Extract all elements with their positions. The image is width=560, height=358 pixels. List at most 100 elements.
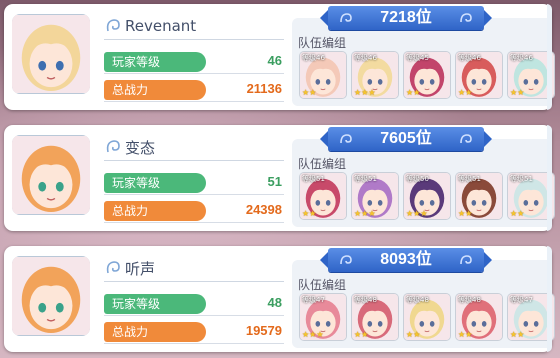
member-level-prefix: 等级 [510,175,524,183]
player-name-row: Revenant [104,15,196,37]
team-member[interactable]: 等级47 ★★ [508,294,554,340]
player-name: Revenant [125,17,197,35]
player-avatar[interactable] [12,14,90,94]
team-member[interactable]: 等级47 ★★★ [300,294,346,340]
member-level-prefix: 等级 [458,296,472,304]
member-level-prefix: 等级 [302,54,316,62]
total-power-row: 总战力 19579 [104,322,284,344]
member-level-value: 47 [316,296,325,304]
rank-banner: 7605位 [320,127,492,151]
member-stars: ★★ [406,88,421,97]
member-level-prefix: 等级 [354,54,368,62]
team-member[interactable]: 等级45 ★★ [404,52,450,98]
total-power-label: 总战力 [104,201,206,221]
member-level-prefix: 等级 [302,175,316,183]
team-member[interactable]: 等级46 ★★ [508,52,554,98]
member-level: 等级46 [458,53,481,63]
player-name-row: 变态 [104,136,155,158]
player-level-value: 51 [267,174,282,189]
member-stars: ★★ [458,209,473,218]
total-power-value: 21136 [246,81,282,96]
total-power-label: 总战力 [104,80,206,100]
member-level-prefix: 等级 [406,175,420,183]
total-power-row: 总战力 21136 [104,80,284,102]
team-member[interactable]: 等级48 ★★ [404,294,450,340]
member-level: 等级46 [302,53,325,63]
member-level: 等级51 [302,174,325,184]
member-stars: ★★ [510,209,525,218]
member-level: 等级51 [354,174,377,184]
divider [104,101,284,102]
member-stars: ★★ [302,209,317,218]
member-level-prefix: 等级 [458,175,472,183]
member-level-value: 51 [316,175,325,183]
ornament-icon [460,255,472,265]
team-member[interactable]: 等级51 ★★ [300,173,346,219]
team-panel: 7218位 队伍编组 等级46 ★★ 等级46 ★★★ 等级45 ★★ 等级46 ★★ 等级46 ★★ [292,6,554,106]
member-level: 等级46 [510,53,533,63]
team-member[interactable]: 等级46 ★★ [300,52,346,98]
member-level-prefix: 等级 [302,296,316,304]
rank-value: 7605位 [380,130,432,147]
member-level-value: 48 [420,296,429,304]
team-title: 队伍编组 [298,157,347,171]
team-panel: 8093位 队伍编组 等级47 ★★★ 等级48 ★★ 等级48 ★★ 等级48 ★★ 等级47 ★★ [292,248,554,348]
player-name: 听声 [125,259,156,278]
total-power-row: 总战力 24398 [104,201,284,223]
team-member[interactable]: 等级48 ★★ [352,294,398,340]
member-stars: ★★ [510,330,525,339]
member-level: 等级48 [458,295,481,305]
divider [104,315,284,316]
player-name-row: 听声 [104,257,155,279]
player-avatar[interactable] [12,135,90,215]
name-ornament-icon [106,140,120,153]
team-member[interactable]: 等级46 ★★ [456,52,502,98]
ornament-icon [460,134,472,144]
team-title: 队伍编组 [298,36,347,50]
member-level-prefix: 等级 [406,296,420,304]
member-stars: ★★ [510,88,525,97]
total-power-value: 24398 [245,202,282,217]
team-member[interactable]: 等级46 ★★★ [352,52,398,98]
player-card[interactable]: 听声 玩家等级 48 总战力 19579 8093位 队伍编组 等级47 ★★★ 等级48 ★★ 等级… [4,246,554,352]
team-title: 队伍编组 [298,278,347,292]
team-member[interactable]: 等级50 ★★★ [404,173,450,219]
player-level-label: 玩家等级 [104,52,206,72]
member-stars: ★★★ [406,209,428,218]
member-level: 等级50 [406,174,429,184]
team-member[interactable]: 等级48 ★★ [456,294,502,340]
player-level-value: 46 [267,53,282,68]
total-power-value: 19579 [245,323,282,338]
member-stars: ★★ [302,88,317,97]
member-level-prefix: 等级 [354,175,368,183]
rank-value: 7218位 [380,9,432,26]
member-level: 等级51 [458,174,481,184]
team-members: 等级51 ★★ 等级51 ★★★ 等级50 ★★★ 等级51 ★★ 等级51 ★★ [300,173,554,219]
member-level: 等级45 [406,53,429,63]
player-card[interactable]: 变态 玩家等级 51 总战力 24398 7605位 队伍编组 等级51 ★★ 等级51 ★★★ 等级… [4,125,554,231]
member-level-value: 48 [368,296,377,304]
ornament-icon [340,134,352,144]
ornament-icon [460,13,472,23]
member-level-prefix: 等级 [354,296,368,304]
member-level-value: 46 [316,54,325,62]
team-members: 等级46 ★★ 等级46 ★★★ 等级45 ★★ 等级46 ★★ 等级46 ★★ [300,52,554,98]
rank-banner: 8093位 [320,248,492,272]
member-stars: ★★★ [302,330,324,339]
divider [104,39,284,40]
member-stars: ★★ [406,330,421,339]
divider [104,222,284,223]
player-avatar[interactable] [12,256,90,336]
member-level-value: 46 [472,54,481,62]
divider [104,281,284,282]
divider [104,160,284,161]
total-power-label: 总战力 [104,322,206,342]
player-card[interactable]: Revenant 玩家等级 46 总战力 21136 7218位 队伍编组 等级46 ★★ 等级4… [4,4,554,110]
rank-value: 8093位 [380,251,432,268]
member-stars: ★★ [458,88,473,97]
member-level-value: 48 [472,296,481,304]
team-member[interactable]: 等级51 ★★ [508,173,554,219]
team-member[interactable]: 等级51 ★★★ [352,173,398,219]
ornament-icon [340,13,352,23]
team-member[interactable]: 等级51 ★★ [456,173,502,219]
